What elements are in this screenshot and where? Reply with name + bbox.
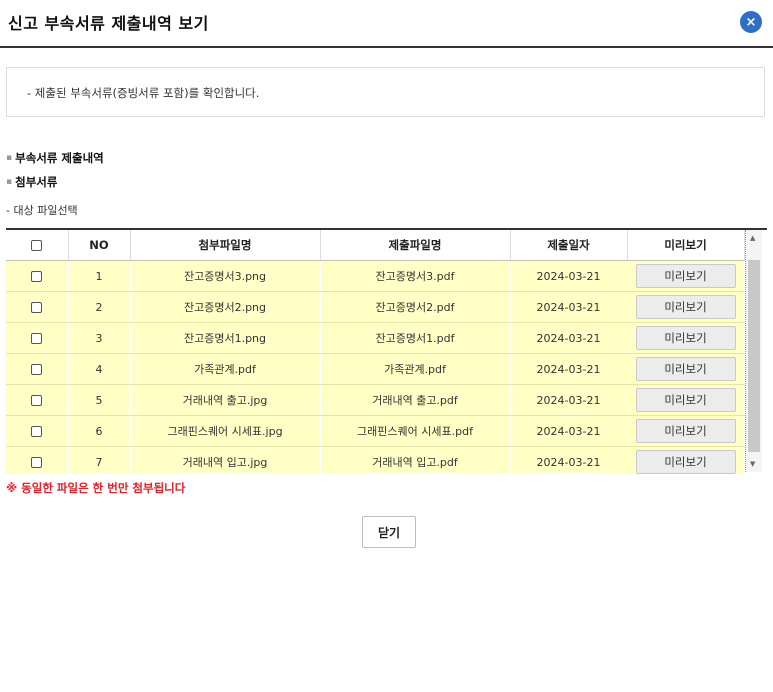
- row-preview-cell: 미리보기: [627, 384, 745, 416]
- row-select-cell: [6, 415, 69, 447]
- select-all-header: [6, 230, 69, 261]
- row-checkbox[interactable]: [31, 364, 43, 375]
- row-checkbox[interactable]: [31, 271, 43, 282]
- table-row[interactable]: 1 잔고증명서3.png 잔고증명서3.pdf 2024-03-21 미리보기: [6, 260, 745, 292]
- scroll-thumb[interactable]: [748, 260, 760, 452]
- close-button[interactable]: 닫기: [362, 516, 416, 548]
- row-submit-date: 2024-03-21: [510, 446, 628, 474]
- table-row[interactable]: 2 잔고증명서2.png 잔고증명서2.pdf 2024-03-21 미리보기: [6, 291, 745, 323]
- row-preview-cell: 미리보기: [627, 260, 745, 292]
- row-select-cell: [6, 446, 69, 474]
- preview-button[interactable]: 미리보기: [635, 388, 736, 412]
- scroll-up-icon[interactable]: ▲: [750, 234, 755, 242]
- row-submit-file: 잔고증명서2.pdf: [320, 291, 511, 323]
- info-text: - 제출된 부속서류(증빙서류 포함)를 확인합니다.: [27, 86, 260, 100]
- row-no: 7: [68, 446, 131, 474]
- attachment-grid: NO 첨부파일명 제출파일명 제출일자 미리보기 1 잔고증명서3.png 잔고증명…: [6, 228, 767, 474]
- preview-button[interactable]: 미리보기: [635, 295, 736, 319]
- close-icon[interactable]: ×: [740, 11, 762, 33]
- attachment-table: NO 첨부파일명 제출파일명 제출일자 미리보기 1 잔고증명서3.png 잔고증명…: [6, 230, 745, 474]
- row-select-cell: [6, 291, 69, 323]
- preview-button[interactable]: 미리보기: [635, 326, 736, 350]
- row-select-cell: [6, 384, 69, 416]
- row-submit-date: 2024-03-21: [510, 384, 628, 416]
- row-no: 6: [68, 415, 131, 447]
- table-row[interactable]: 4 가족관계.pdf 가족관계.pdf 2024-03-21 미리보기: [6, 353, 745, 385]
- col-submit-date: 제출일자: [510, 230, 628, 261]
- dialog-header: 신고 부속서류 제출내역 보기 ×: [0, 0, 773, 48]
- row-checkbox[interactable]: [31, 395, 43, 406]
- row-no: 5: [68, 384, 131, 416]
- row-preview-cell: 미리보기: [627, 353, 745, 385]
- row-submit-date: 2024-03-21: [510, 291, 628, 323]
- preview-button[interactable]: 미리보기: [635, 419, 736, 443]
- row-no: 2: [68, 291, 131, 323]
- col-preview: 미리보기: [627, 230, 745, 261]
- row-attach-file: 그래핀스퀘어 시세표.jpg: [130, 415, 321, 447]
- table-header-row: NO 첨부파일명 제출파일명 제출일자 미리보기: [6, 230, 745, 261]
- row-submit-file: 가족관계.pdf: [320, 353, 511, 385]
- row-checkbox[interactable]: [31, 302, 43, 313]
- grid-scrollbar[interactable]: ▲ ▼: [745, 230, 762, 472]
- row-submit-file: 거래내역 입고.pdf: [320, 446, 511, 474]
- row-attach-file: 잔고증명서2.png: [130, 291, 321, 323]
- row-select-cell: [6, 353, 69, 385]
- row-submit-date: 2024-03-21: [510, 415, 628, 447]
- select-all-checkbox[interactable]: [31, 240, 43, 251]
- row-no: 3: [68, 322, 131, 354]
- row-preview-cell: 미리보기: [627, 446, 745, 474]
- table-row[interactable]: 3 잔고증명서1.png 잔고증명서1.pdf 2024-03-21 미리보기: [6, 322, 745, 354]
- col-submit-file: 제출파일명: [320, 230, 511, 261]
- section-attachment-history: ▪ 부속서류 제출내역: [6, 150, 104, 166]
- section-attachments: ▪ 첨부서류: [6, 174, 57, 190]
- row-attach-file: 잔고증명서3.png: [130, 260, 321, 292]
- table-row[interactable]: 7 거래내역 입고.jpg 거래내역 입고.pdf 2024-03-21 미리보기: [6, 446, 745, 474]
- row-preview-cell: 미리보기: [627, 322, 745, 354]
- row-submit-file: 그래핀스퀘어 시세표.pdf: [320, 415, 511, 447]
- row-checkbox[interactable]: [31, 457, 43, 468]
- preview-button[interactable]: 미리보기: [635, 264, 736, 288]
- section-title: 첨부서류: [15, 175, 58, 189]
- row-checkbox[interactable]: [31, 333, 43, 344]
- table-row[interactable]: 6 그래핀스퀘어 시세표.jpg 그래핀스퀘어 시세표.pdf 2024-03-21 미…: [6, 415, 745, 447]
- row-checkbox[interactable]: [31, 426, 43, 437]
- row-submit-date: 2024-03-21: [510, 322, 628, 354]
- target-file-select-label: - 대상 파일선택: [6, 204, 78, 217]
- row-submit-date: 2024-03-21: [510, 260, 628, 292]
- scroll-down-icon[interactable]: ▼: [750, 460, 755, 468]
- info-box: - 제출된 부속서류(증빙서류 포함)를 확인합니다.: [6, 67, 765, 117]
- row-submit-file: 잔고증명서1.pdf: [320, 322, 511, 354]
- row-preview-cell: 미리보기: [627, 415, 745, 447]
- row-attach-file: 가족관계.pdf: [130, 353, 321, 385]
- row-attach-file: 잔고증명서1.png: [130, 322, 321, 354]
- section-title: 부속서류 제출내역: [15, 151, 104, 165]
- preview-button[interactable]: 미리보기: [635, 450, 736, 474]
- bullet-icon: ▪: [6, 177, 13, 187]
- row-preview-cell: 미리보기: [627, 291, 745, 323]
- preview-button[interactable]: 미리보기: [635, 357, 736, 381]
- row-no: 1: [68, 260, 131, 292]
- bullet-icon: ▪: [6, 153, 13, 163]
- table-row[interactable]: 5 거래내역 출고.jpg 거래내역 출고.pdf 2024-03-21 미리보기: [6, 384, 745, 416]
- duplicate-file-note: ※ 동일한 파일은 한 번만 첨부됩니다: [6, 481, 186, 495]
- row-attach-file: 거래내역 출고.jpg: [130, 384, 321, 416]
- row-no: 4: [68, 353, 131, 385]
- row-select-cell: [6, 260, 69, 292]
- col-no: NO: [68, 230, 131, 261]
- dialog-title: 신고 부속서류 제출내역 보기: [8, 14, 209, 33]
- col-attach-file: 첨부파일명: [130, 230, 321, 261]
- row-submit-date: 2024-03-21: [510, 353, 628, 385]
- row-submit-file: 잔고증명서3.pdf: [320, 260, 511, 292]
- row-select-cell: [6, 322, 69, 354]
- row-attach-file: 거래내역 입고.jpg: [130, 446, 321, 474]
- row-submit-file: 거래내역 출고.pdf: [320, 384, 511, 416]
